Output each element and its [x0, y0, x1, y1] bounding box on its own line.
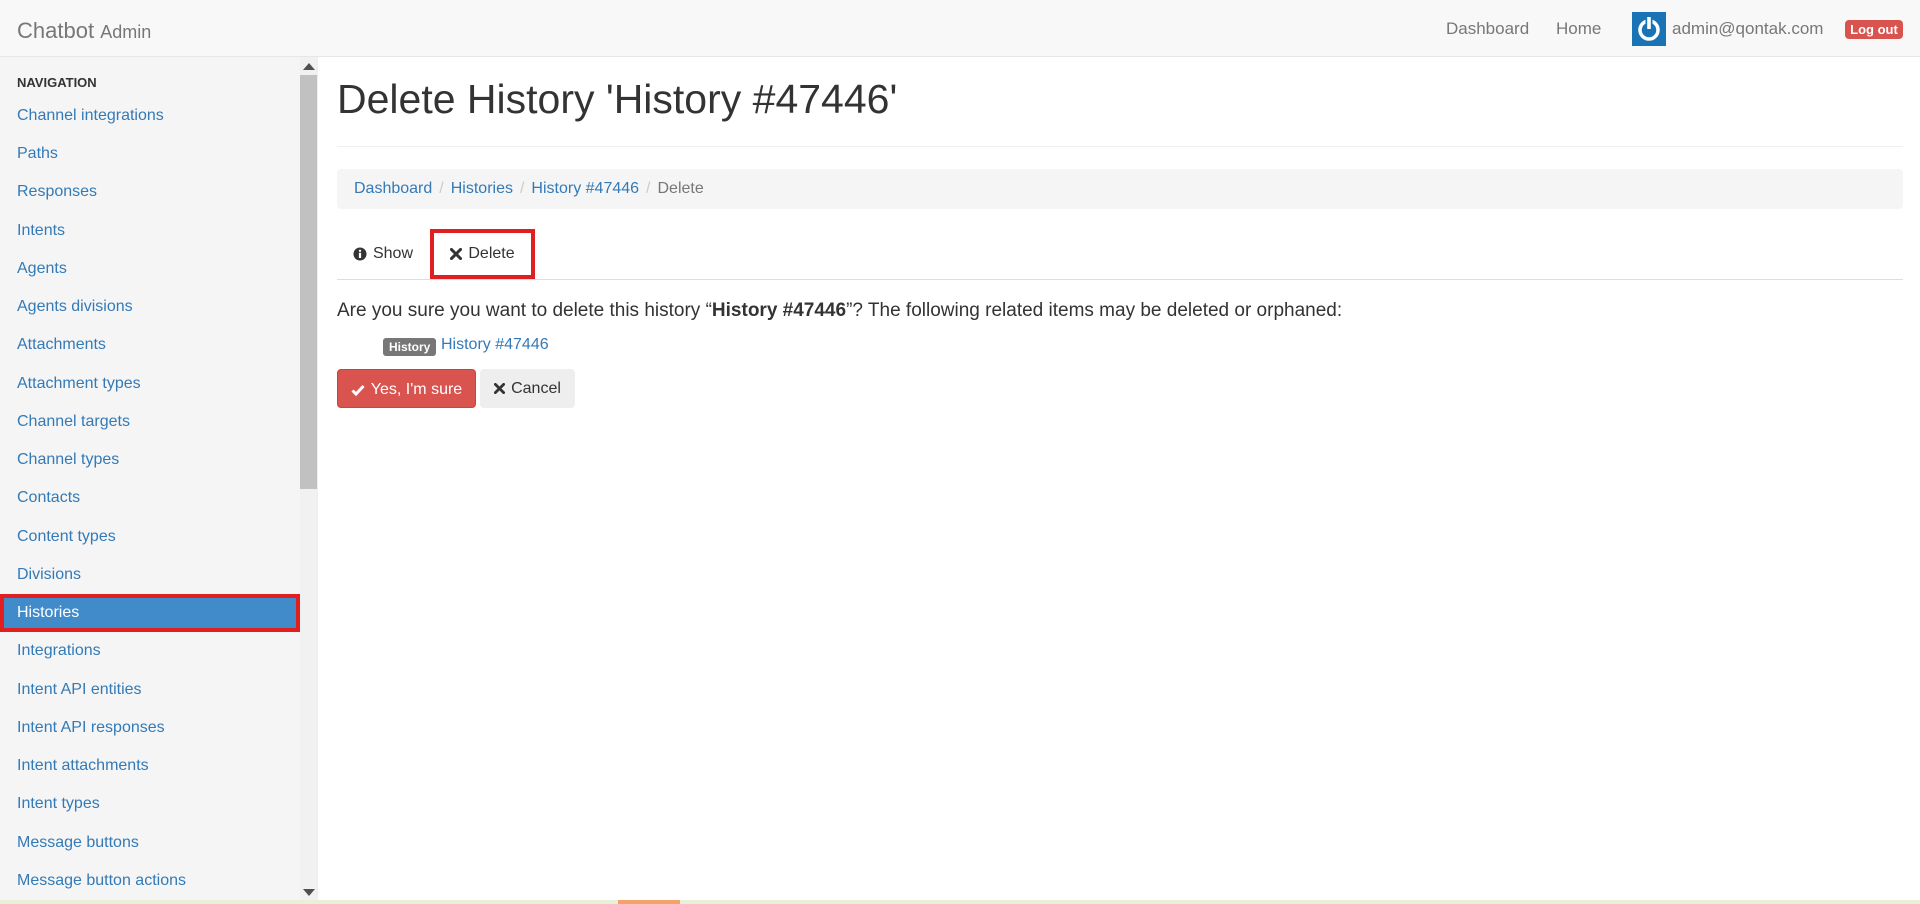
sidebar-item-integrations[interactable]: Integrations	[0, 632, 300, 670]
sidebar-item-intents[interactable]: Intents	[0, 212, 300, 250]
sidebar-item-channel-types[interactable]: Channel types	[0, 441, 300, 479]
tab-show[interactable]: Show	[337, 229, 429, 279]
tab-show-label: Show	[372, 245, 414, 262]
breadcrumb-separator: /	[646, 180, 651, 197]
sidebar-item-message-buttons[interactable]: Message buttons	[0, 824, 300, 862]
tab-delete[interactable]: Delete	[430, 229, 535, 279]
breadcrumb-separator: /	[519, 180, 525, 197]
sidebar-item-channel-targets[interactable]: Channel targets	[0, 403, 300, 441]
sidebar-item-intent-api-entities[interactable]: Intent API entities	[0, 671, 300, 709]
bottom-status-strip	[0, 900, 1920, 904]
nav-home-link[interactable]: Home	[1556, 19, 1601, 39]
confirmation-suffix: ”? The following related items may be de…	[846, 300, 1343, 321]
sidebar-item-agents-divisions[interactable]: Agents divisions	[0, 288, 300, 326]
sidebar-scrollbar[interactable]	[300, 57, 317, 904]
cancel-label: Cancel	[511, 380, 561, 397]
related-type-badge: History	[383, 338, 437, 356]
brand-name: Chatbot	[17, 18, 95, 43]
sidebar-item-intent-api-responses[interactable]: Intent API responses	[0, 709, 300, 747]
sidebar-item-content-types[interactable]: Content types	[0, 518, 300, 556]
sidebar-item-contacts[interactable]: Contacts	[0, 479, 300, 517]
sidebar-item-attachments[interactable]: Attachments	[0, 326, 300, 364]
top-navbar: Chatbot Admin Dashboard Home admin@qonta…	[0, 0, 1920, 57]
info-circle-icon	[353, 247, 367, 261]
sidebar-item-intent-attachments[interactable]: Intent attachments	[0, 747, 300, 785]
sidebar-item-histories[interactable]: Histories	[0, 594, 300, 632]
logout-button[interactable]: Log out	[1845, 20, 1903, 39]
brand-logo[interactable]: Chatbot Admin	[17, 18, 151, 44]
breadcrumb-separator: /	[439, 180, 444, 197]
bottom-status-accent	[618, 900, 680, 904]
confirmation-message: Are you sure you want to delete this his…	[337, 300, 1342, 322]
related-item-link[interactable]: History #47446	[441, 336, 549, 354]
scroll-down-arrow-icon[interactable]	[303, 889, 315, 896]
confirmation-item-name: History #47446	[711, 300, 847, 321]
breadcrumb-history-link[interactable]: History #47446	[531, 180, 639, 197]
breadcrumb: Dashboard / Histories / History #47446 / Delet…	[337, 169, 1903, 209]
sidebar-item-responses[interactable]: Responses	[0, 173, 300, 211]
times-icon	[450, 247, 463, 260]
cancel-button[interactable]: Cancel	[480, 369, 575, 408]
breadcrumb-histories-link[interactable]: Histories	[451, 180, 513, 197]
scrollbar-thumb[interactable]	[300, 75, 317, 489]
confirm-delete-label: Yes, I'm sure	[370, 381, 463, 398]
times-icon	[494, 383, 506, 395]
breadcrumb-current: Delete	[657, 180, 704, 197]
user-avatar[interactable]	[1632, 12, 1666, 46]
sidebar-item-divisions[interactable]: Divisions	[0, 556, 300, 594]
sidebar-header: NAVIGATION	[17, 75, 97, 90]
power-icon	[1638, 16, 1660, 41]
sidebar-item-paths[interactable]: Paths	[0, 135, 300, 173]
sidebar-item-intent-types[interactable]: Intent types	[0, 785, 300, 823]
brand-subtitle: Admin	[100, 22, 152, 42]
confirmation-prefix: Are you sure you want to delete this his…	[337, 300, 712, 321]
nav-dashboard-link[interactable]: Dashboard	[1446, 19, 1529, 39]
sidebar-item-attachment-types[interactable]: Attachment types	[0, 365, 300, 403]
sidebar: NAVIGATION Channel integrations Paths Re…	[0, 57, 318, 904]
tab-delete-label: Delete	[468, 245, 515, 262]
check-icon	[351, 384, 365, 396]
sidebar-item-message-button-actions[interactable]: Message button actions	[0, 862, 300, 900]
title-divider	[337, 146, 1903, 147]
tabs-divider	[337, 279, 1903, 280]
sidebar-item-channel-integrations[interactable]: Channel integrations	[0, 97, 300, 135]
page-title: Delete History 'History #47446'	[337, 76, 898, 122]
confirm-delete-button[interactable]: Yes, I'm sure	[337, 369, 476, 408]
user-email[interactable]: admin@qontak.com	[1672, 19, 1823, 39]
sidebar-item-agents[interactable]: Agents	[0, 250, 300, 288]
scroll-up-arrow-icon[interactable]	[303, 63, 315, 70]
breadcrumb-dashboard-link[interactable]: Dashboard	[354, 180, 432, 197]
